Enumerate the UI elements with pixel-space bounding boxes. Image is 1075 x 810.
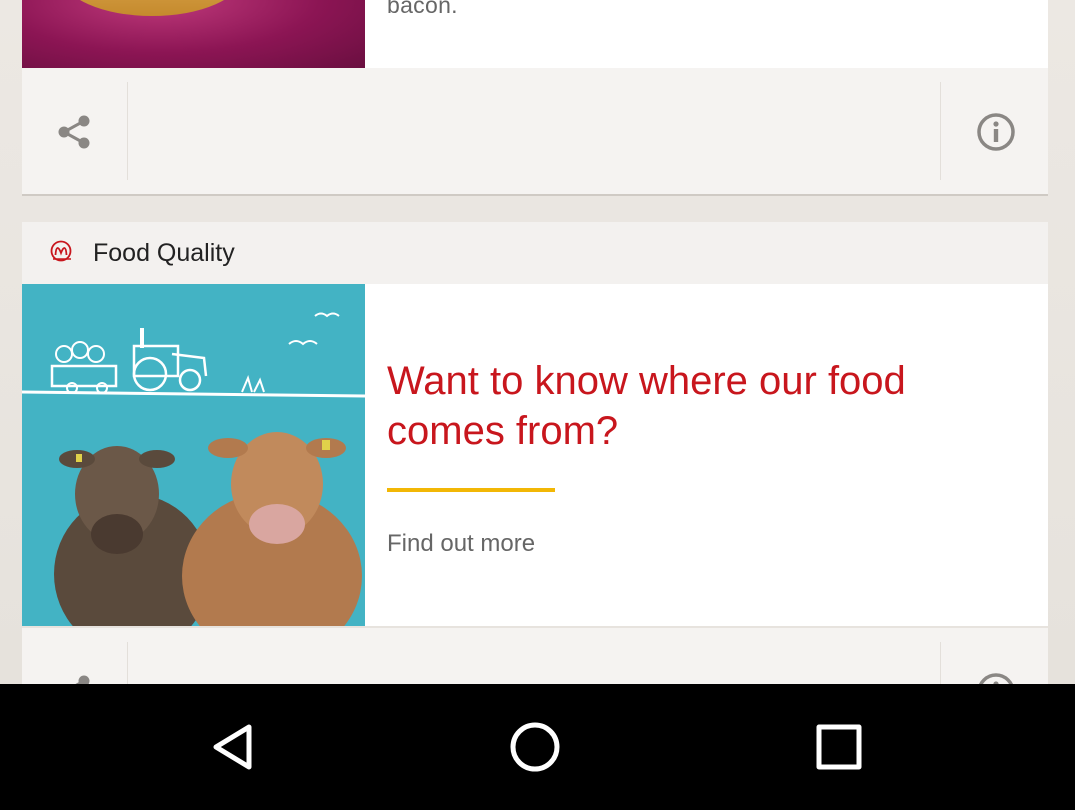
burger-image <box>22 0 365 68</box>
info-button[interactable] <box>972 108 1020 156</box>
home-button[interactable] <box>507 721 563 773</box>
divider <box>127 82 128 180</box>
info-icon <box>977 113 1015 151</box>
divider <box>940 642 941 684</box>
content-feed[interactable]: bacon. Food Quality Want to know where o… <box>0 0 1075 684</box>
system-navigation-bar <box>0 684 1075 810</box>
divider <box>940 82 941 180</box>
share-icon <box>58 115 90 149</box>
info-button[interactable] <box>972 668 1020 684</box>
mcdonalds-logo-icon <box>50 240 74 264</box>
divider <box>127 642 128 684</box>
recents-button[interactable] <box>811 721 867 773</box>
back-triangle-icon <box>213 724 252 770</box>
recents-square-icon <box>816 724 862 770</box>
category-label: Food Quality <box>93 239 235 267</box>
share-button[interactable] <box>50 668 98 684</box>
promo-card-text: bacon. <box>387 0 458 18</box>
food-quality-card[interactable]: Want to know where our food comes from? … <box>22 284 1048 628</box>
find-out-more-link[interactable]: Find out more <box>387 530 535 558</box>
accent-divider <box>387 488 555 492</box>
info-icon <box>979 673 1013 684</box>
share-icon <box>75 675 90 684</box>
card-action-bar <box>22 68 1048 196</box>
home-circle-icon <box>510 722 560 772</box>
back-button[interactable] <box>205 721 261 773</box>
card-action-bar <box>22 628 1048 684</box>
card-header: Food Quality <box>22 222 1048 285</box>
promo-card-top[interactable]: bacon. <box>22 0 1048 68</box>
card-title: Want to know where our food comes from? <box>387 359 906 453</box>
cows-image <box>22 284 365 626</box>
share-button[interactable] <box>50 108 98 156</box>
burger-bun-shape <box>62 0 242 16</box>
